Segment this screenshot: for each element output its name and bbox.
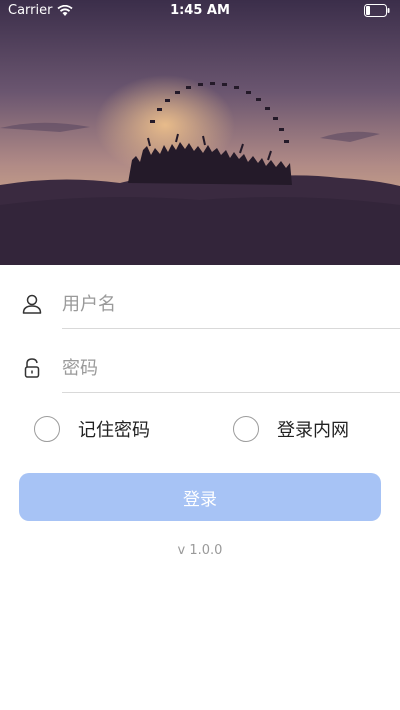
intranet-login-radio[interactable]	[233, 416, 259, 442]
remember-password-option[interactable]: 记住密码	[34, 416, 150, 442]
password-field	[0, 345, 400, 393]
status-bar: Carrier 1:45 AM	[0, 0, 400, 22]
login-button[interactable]: 登录	[19, 473, 381, 521]
version-label: v 1.0.0	[177, 543, 223, 558]
remember-password-label: 记住密码	[78, 420, 150, 441]
password-underline	[62, 392, 400, 393]
username-underline	[62, 328, 400, 329]
username-input[interactable]	[62, 287, 382, 321]
hero-banner-image	[0, 0, 400, 265]
intranet-login-label: 登录内网	[277, 420, 349, 441]
intranet-login-option[interactable]: 登录内网	[233, 416, 349, 442]
remember-password-radio[interactable]	[34, 416, 60, 442]
status-time: 1:45 AM	[170, 3, 230, 18]
user-icon	[22, 294, 42, 314]
lock-icon	[24, 358, 40, 378]
battery-icon	[364, 4, 390, 21]
username-field	[0, 281, 400, 329]
password-input[interactable]	[62, 351, 382, 385]
